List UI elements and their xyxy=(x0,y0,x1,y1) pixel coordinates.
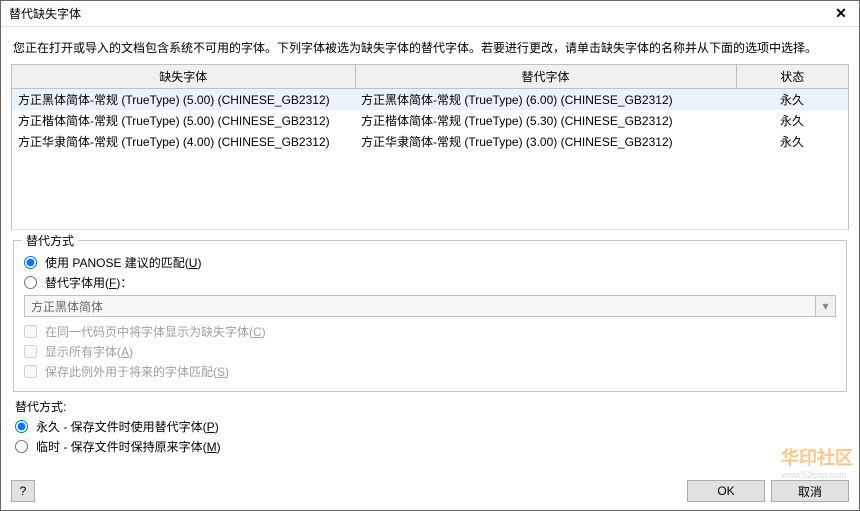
font-table: 缺失字体 替代字体 状态 方正黑体简体-常规 (TrueType) (5.00)… xyxy=(11,64,849,230)
cell-substitute: 方正楷体简体-常规 (TrueType) (5.30) (CHINESE_GB2… xyxy=(355,110,736,131)
radio-panose-label: 使用 PANOSE 建议的匹配(U) xyxy=(45,254,201,271)
chevron-down-icon[interactable]: ▾ xyxy=(816,295,836,317)
radio-permanent-label: 永久 - 保存文件时使用替代字体(P) xyxy=(36,418,219,435)
check-show-all: 显示所有字体(A) xyxy=(24,343,836,360)
ok-button[interactable]: OK xyxy=(687,480,765,502)
dialog-content: 您正在打开或导入的文档包含系统不可用的字体。下列字体被选为缺失字体的替代字体。若… xyxy=(1,27,859,464)
radio-use-font-input[interactable] xyxy=(24,276,37,289)
cell-missing: 方正黑体简体-常规 (TrueType) (5.00) (CHINESE_GB2… xyxy=(12,89,355,110)
radio-permanent-input[interactable] xyxy=(15,420,28,433)
check-same-codepage-input xyxy=(24,325,37,338)
close-button[interactable]: ✕ xyxy=(827,4,855,24)
radio-permanent[interactable]: 永久 - 保存文件时使用替代字体(P) xyxy=(15,418,845,435)
radio-temporary-label: 临时 - 保存文件时保持原来字体(M) xyxy=(36,438,221,455)
cancel-button[interactable]: 取消 xyxy=(771,480,849,502)
check-save-exception-label: 保存此例外用于将来的字体匹配(S) xyxy=(45,363,229,380)
radio-temporary-input[interactable] xyxy=(15,440,28,453)
check-save-exception: 保存此例外用于将来的字体匹配(S) xyxy=(24,363,836,380)
close-icon: ✕ xyxy=(835,5,847,22)
dialog-footer: ? OK 取消 xyxy=(1,474,859,510)
cell-missing: 方正华隶简体-常规 (TrueType) (4.00) (CHINESE_GB2… xyxy=(12,131,355,152)
col-missing[interactable]: 缺失字体 xyxy=(12,65,355,89)
check-same-codepage-label: 在同一代码页中将字体显示为缺失字体(C) xyxy=(45,323,266,340)
cell-status: 永久 xyxy=(736,110,848,131)
help-button[interactable]: ? xyxy=(11,480,35,502)
table-row[interactable]: 方正黑体简体-常规 (TrueType) (5.00) (CHINESE_GB2… xyxy=(12,89,848,110)
check-save-exception-input xyxy=(24,365,37,378)
cell-missing: 方正楷体简体-常规 (TrueType) (5.00) (CHINESE_GB2… xyxy=(12,110,355,131)
check-show-all-input xyxy=(24,345,37,358)
col-status[interactable]: 状态 xyxy=(736,65,848,89)
description-text: 您正在打开或导入的文档包含系统不可用的字体。下列字体被选为缺失字体的替代字体。若… xyxy=(13,39,847,56)
group-legend: 替代方式 xyxy=(22,232,78,249)
radio-use-font-label: 替代字体用(F)： xyxy=(45,274,132,291)
cell-status: 永久 xyxy=(736,131,848,152)
persist-label: 替代方式: xyxy=(15,398,845,415)
cell-substitute: 方正黑体简体-常规 (TrueType) (6.00) (CHINESE_GB2… xyxy=(355,89,736,110)
titlebar: 替代缺失字体 ✕ xyxy=(1,1,859,27)
radio-panose[interactable]: 使用 PANOSE 建议的匹配(U) xyxy=(24,254,836,271)
col-substitute[interactable]: 替代字体 xyxy=(355,65,736,89)
cell-substitute: 方正华隶简体-常规 (TrueType) (3.00) (CHINESE_GB2… xyxy=(355,131,736,152)
table-body: 方正黑体简体-常规 (TrueType) (5.00) (CHINESE_GB2… xyxy=(12,89,848,152)
font-combo-input[interactable] xyxy=(24,295,816,317)
radio-temporary[interactable]: 临时 - 保存文件时保持原来字体(M) xyxy=(15,438,845,455)
substitution-method-group: 替代方式 使用 PANOSE 建议的匹配(U) 替代字体用(F)： ▾ 在同一代… xyxy=(13,240,847,392)
help-icon: ? xyxy=(20,484,27,498)
radio-use-font[interactable]: 替代字体用(F)： xyxy=(24,274,836,291)
font-combo[interactable]: ▾ xyxy=(24,295,836,317)
table-row[interactable]: 方正楷体简体-常规 (TrueType) (5.00) (CHINESE_GB2… xyxy=(12,110,848,131)
check-show-all-label: 显示所有字体(A) xyxy=(45,343,133,360)
table-row[interactable]: 方正华隶简体-常规 (TrueType) (4.00) (CHINESE_GB2… xyxy=(12,131,848,152)
cell-status: 永久 xyxy=(736,89,848,110)
radio-panose-input[interactable] xyxy=(24,256,37,269)
check-same-codepage: 在同一代码页中将字体显示为缺失字体(C) xyxy=(24,323,836,340)
table-header-row: 缺失字体 替代字体 状态 xyxy=(12,65,848,89)
window-title: 替代缺失字体 xyxy=(9,5,81,22)
